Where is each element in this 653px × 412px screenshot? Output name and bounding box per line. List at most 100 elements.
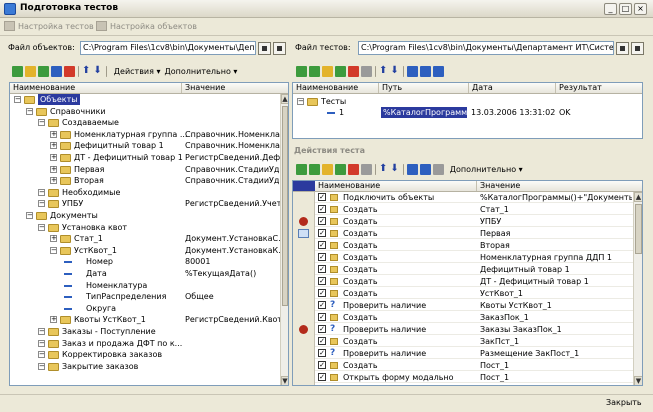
- tree-row[interactable]: − Документы: [10, 210, 280, 221]
- scroll-up-arrow[interactable]: ▲: [281, 94, 288, 104]
- header-value[interactable]: Значение: [185, 83, 225, 93]
- tree-row[interactable]: + ДТ - Дефицитный товар 1 РегистрСведений.…: [10, 152, 280, 163]
- expand-icon[interactable]: −: [38, 339, 45, 347]
- copy-icon[interactable]: [38, 66, 49, 77]
- properties-icon[interactable]: [361, 164, 372, 175]
- edit-icon[interactable]: [51, 66, 62, 77]
- action-enabled-checkbox[interactable]: ✓: [318, 193, 326, 201]
- save-icon[interactable]: [432, 164, 444, 175]
- action-enabled-checkbox[interactable]: ✓: [318, 349, 326, 357]
- actions-menu[interactable]: Действия ▾: [114, 64, 161, 79]
- expand-icon[interactable]: −: [38, 200, 45, 208]
- action-row[interactable]: ✓ Создать ЗакПст_1: [293, 336, 633, 347]
- test-row[interactable]: 1 %КаталогПрограмм\... 13.03.2006 13:31:…: [293, 107, 633, 118]
- expand-icon[interactable]: −: [38, 362, 45, 370]
- action-enabled-checkbox[interactable]: ✓: [318, 337, 326, 345]
- properties-icon[interactable]: [361, 66, 372, 77]
- action-enabled-checkbox[interactable]: ✓: [318, 325, 326, 333]
- tree-row[interactable]: − Установка квот: [10, 222, 280, 233]
- tree-row[interactable]: + Стат_1 Документ.УстановкаС...: [10, 233, 280, 244]
- objects-setup-button[interactable]: Настройка объектов: [94, 19, 200, 34]
- move-up-icon[interactable]: ⬆: [82, 64, 90, 78]
- sort-asc-icon[interactable]: [406, 66, 418, 77]
- close-window-button[interactable]: ×: [634, 3, 647, 15]
- header-value[interactable]: Значение: [480, 181, 520, 191]
- expand-icon[interactable]: +: [50, 165, 57, 173]
- tree-row[interactable]: + Вторая Справочник.СтадииУд...: [10, 175, 280, 186]
- collapse-icon[interactable]: −: [297, 98, 304, 105]
- document-icon[interactable]: [298, 229, 309, 238]
- open-objects-button[interactable]: [273, 42, 286, 55]
- tree-row[interactable]: Округа: [10, 303, 280, 314]
- header-date[interactable]: Дата: [472, 83, 493, 93]
- action-row[interactable]: ✓ Создать Первая: [293, 228, 633, 239]
- delete-icon[interactable]: [64, 66, 75, 77]
- scroll-down-arrow[interactable]: ▼: [634, 376, 642, 385]
- breakpoint-icon[interactable]: [299, 217, 308, 226]
- tree-row[interactable]: Номенклатура: [10, 280, 280, 291]
- tree-row[interactable]: + Номенклатурная группа ... Справочник.Ном…: [10, 129, 280, 140]
- sort-desc-icon[interactable]: [419, 66, 431, 77]
- expand-icon[interactable]: −: [26, 107, 33, 115]
- tree-row[interactable]: − Необходимые: [10, 187, 280, 198]
- expand-icon[interactable]: −: [38, 351, 45, 359]
- more-menu[interactable]: Дополнительно ▾: [165, 64, 238, 79]
- save-tests-button[interactable]: [616, 42, 629, 55]
- action-enabled-checkbox[interactable]: ✓: [318, 265, 326, 273]
- delete-icon[interactable]: [348, 66, 359, 77]
- scroll-thumb[interactable]: [282, 106, 288, 306]
- add-folder-icon[interactable]: [309, 164, 320, 175]
- header-result[interactable]: Результат: [559, 83, 602, 93]
- tests-file-input[interactable]: C:\Program Files\1cv8\bin\Документы\Депа…: [358, 41, 614, 55]
- save-objects-button[interactable]: [258, 42, 271, 55]
- tree-row[interactable]: + Дефицитный товар 1 Справочник.Номенкла..…: [10, 140, 280, 151]
- action-enabled-checkbox[interactable]: ✓: [318, 301, 326, 309]
- run-test-icon[interactable]: [432, 66, 444, 77]
- tree-row[interactable]: − Заказы - Поступление: [10, 326, 280, 337]
- tree-row[interactable]: − Создаваемые: [10, 117, 280, 128]
- add-folder-icon[interactable]: [25, 66, 36, 77]
- action-enabled-checkbox[interactable]: ✓: [318, 373, 326, 381]
- action-row[interactable]: ✓ Создать ЗаказПок_1: [293, 312, 633, 323]
- scroll-down-arrow[interactable]: ▼: [281, 376, 288, 385]
- scroll-up-arrow[interactable]: ▲: [634, 192, 642, 202]
- expand-icon[interactable]: −: [38, 223, 45, 231]
- breakpoint-icon[interactable]: [299, 325, 308, 334]
- action-enabled-checkbox[interactable]: ✓: [318, 277, 326, 285]
- tree-row[interactable]: − Справочники: [10, 106, 280, 117]
- add-icon[interactable]: [296, 66, 307, 77]
- expand-icon[interactable]: −: [38, 119, 45, 127]
- action-row[interactable]: ✓? Проверить наличие Заказы ЗаказПок_1: [293, 324, 633, 335]
- tree-row[interactable]: Дата %ТекущаяДата(): [10, 268, 280, 279]
- action-enabled-checkbox[interactable]: ✓: [318, 205, 326, 213]
- action-row[interactable]: ✓ Создать УстКвот_1: [293, 288, 633, 299]
- tree-row[interactable]: − Объекты: [10, 94, 280, 105]
- action-enabled-checkbox[interactable]: ✓: [318, 253, 326, 261]
- expand-icon[interactable]: −: [26, 212, 33, 219]
- move-up-icon[interactable]: ⬆: [379, 162, 387, 176]
- action-enabled-checkbox[interactable]: ✓: [318, 229, 326, 237]
- sort-asc-icon[interactable]: [406, 164, 418, 175]
- action-row[interactable]: ✓ Создать Дефицитный товар 1: [293, 264, 633, 275]
- expand-icon[interactable]: +: [50, 154, 57, 161]
- expand-icon[interactable]: +: [50, 142, 57, 150]
- action-row[interactable]: ✓ Создать Вторая: [293, 240, 633, 251]
- move-down-icon[interactable]: ⬇: [93, 64, 101, 78]
- tests-setup-button[interactable]: Настройка тестов: [2, 19, 97, 34]
- copy-icon[interactable]: [322, 66, 333, 77]
- expand-icon[interactable]: −: [38, 188, 45, 196]
- header-path[interactable]: Путь: [382, 83, 402, 93]
- action-row[interactable]: ✓? Проверить наличие Размещение ЗакПост_1: [293, 348, 633, 359]
- action-row[interactable]: ✓ Создать УПБУ: [293, 216, 633, 227]
- expand-icon[interactable]: +: [50, 235, 57, 243]
- tree-row[interactable]: − Закрытие заказов: [10, 361, 280, 372]
- tree-row[interactable]: + Квоты УстКвот_1 РегистрСведений.Квот...: [10, 314, 280, 325]
- header-name[interactable]: Наименование: [296, 83, 358, 93]
- scroll-thumb[interactable]: [635, 204, 642, 254]
- action-row[interactable]: ✓ Подключить объекты %КаталогПрограммы()+"…: [293, 192, 633, 203]
- add-folder-icon[interactable]: [309, 66, 320, 77]
- action-enabled-checkbox[interactable]: ✓: [318, 313, 326, 321]
- move-down-icon[interactable]: ⬇: [390, 64, 398, 78]
- header-name[interactable]: Наименование: [318, 181, 380, 191]
- expand-icon[interactable]: +: [50, 130, 57, 138]
